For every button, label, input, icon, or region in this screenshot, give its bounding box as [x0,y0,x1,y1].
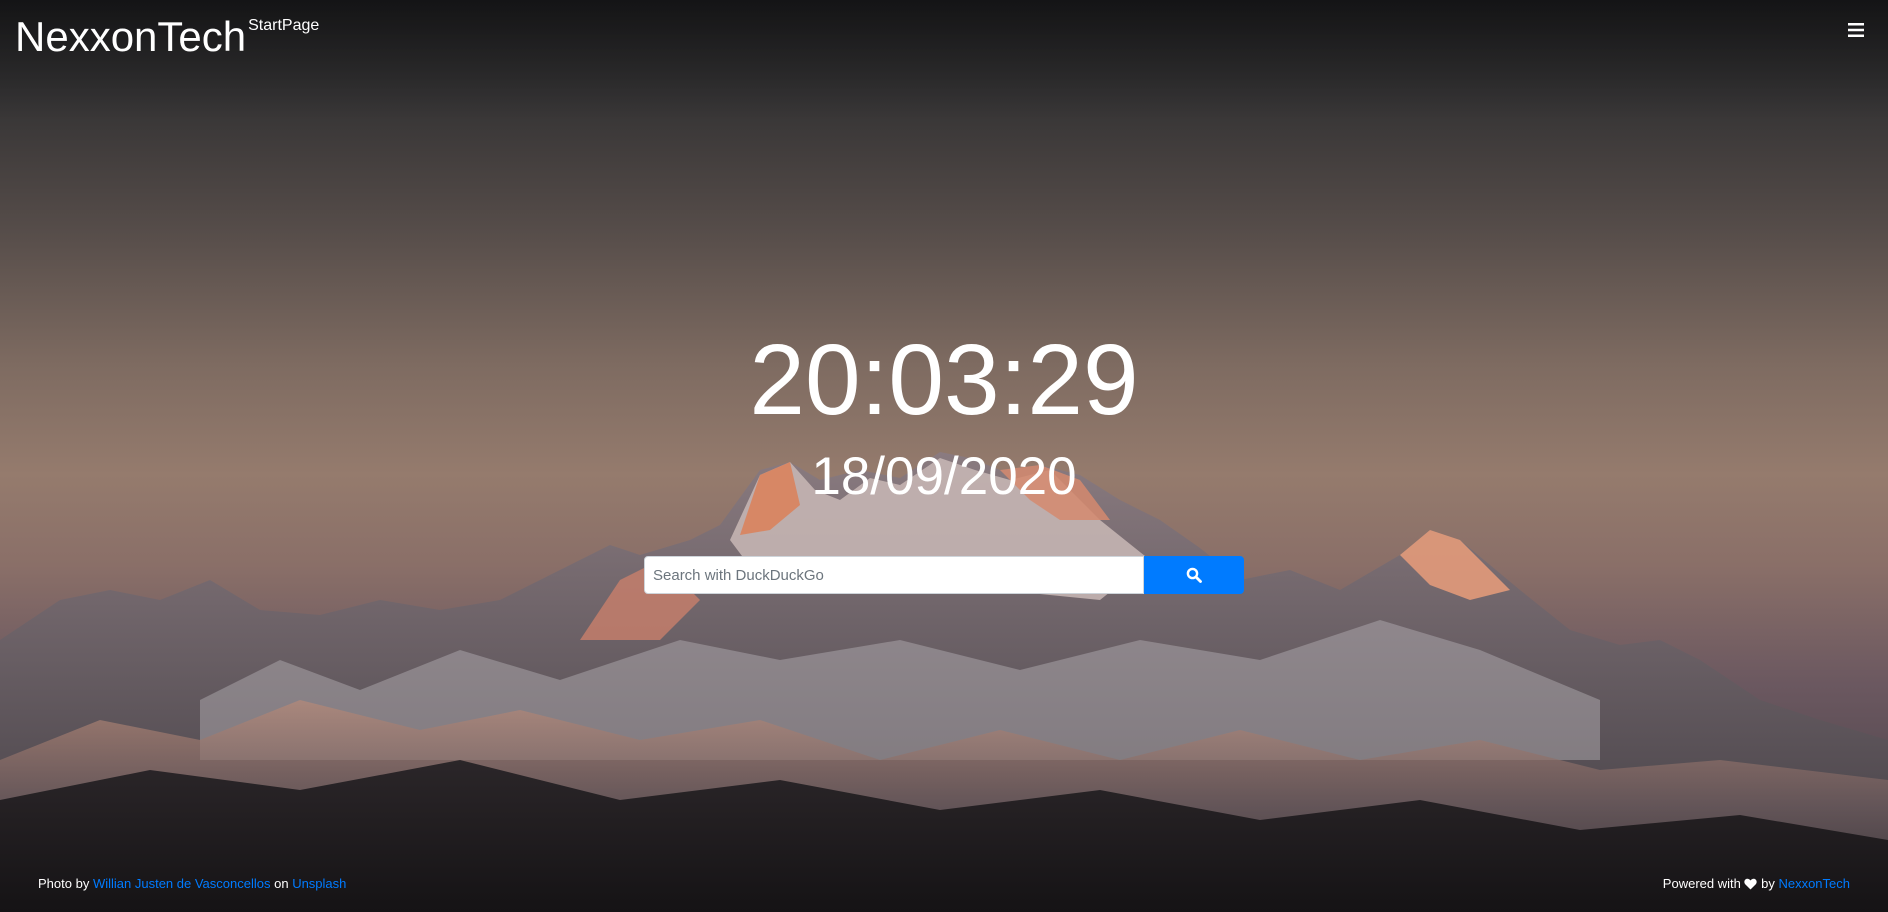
brand-suffix: StartPage [248,17,320,34]
start-page: NexxonTech StartPage 20:03:29 18/09/2020 … [0,0,1888,912]
clock-date: 18/09/2020 [811,447,1077,506]
clock-time: 20:03:29 [749,324,1139,436]
hamburger-menu-icon [1848,23,1864,37]
heart-icon [1744,878,1758,890]
search-button[interactable] [1144,556,1244,594]
photo-credit-prefix: Photo by [38,876,90,891]
photo-credit: Photo by Willian Justen de Vasconcellos … [38,876,346,892]
brand-name: NexxonTech [15,13,247,60]
brand-logo[interactable]: NexxonTech StartPage [15,8,319,61]
unsplash-link[interactable]: Unsplash [292,876,346,891]
photo-credit-on: on [274,876,289,891]
search-icon [1186,567,1202,583]
nexxontech-link[interactable]: NexxonTech [1778,876,1850,891]
search-form [644,556,1244,594]
powered-by: Powered with by NexxonTech [1663,876,1850,892]
menu-button[interactable] [1842,16,1870,44]
powered-by-prefix: Powered with [1662,876,1741,891]
powered-by-by: by [1761,876,1775,891]
photographer-link[interactable]: Willian Justen de Vasconcellos [93,876,271,891]
search-input[interactable] [644,556,1144,594]
